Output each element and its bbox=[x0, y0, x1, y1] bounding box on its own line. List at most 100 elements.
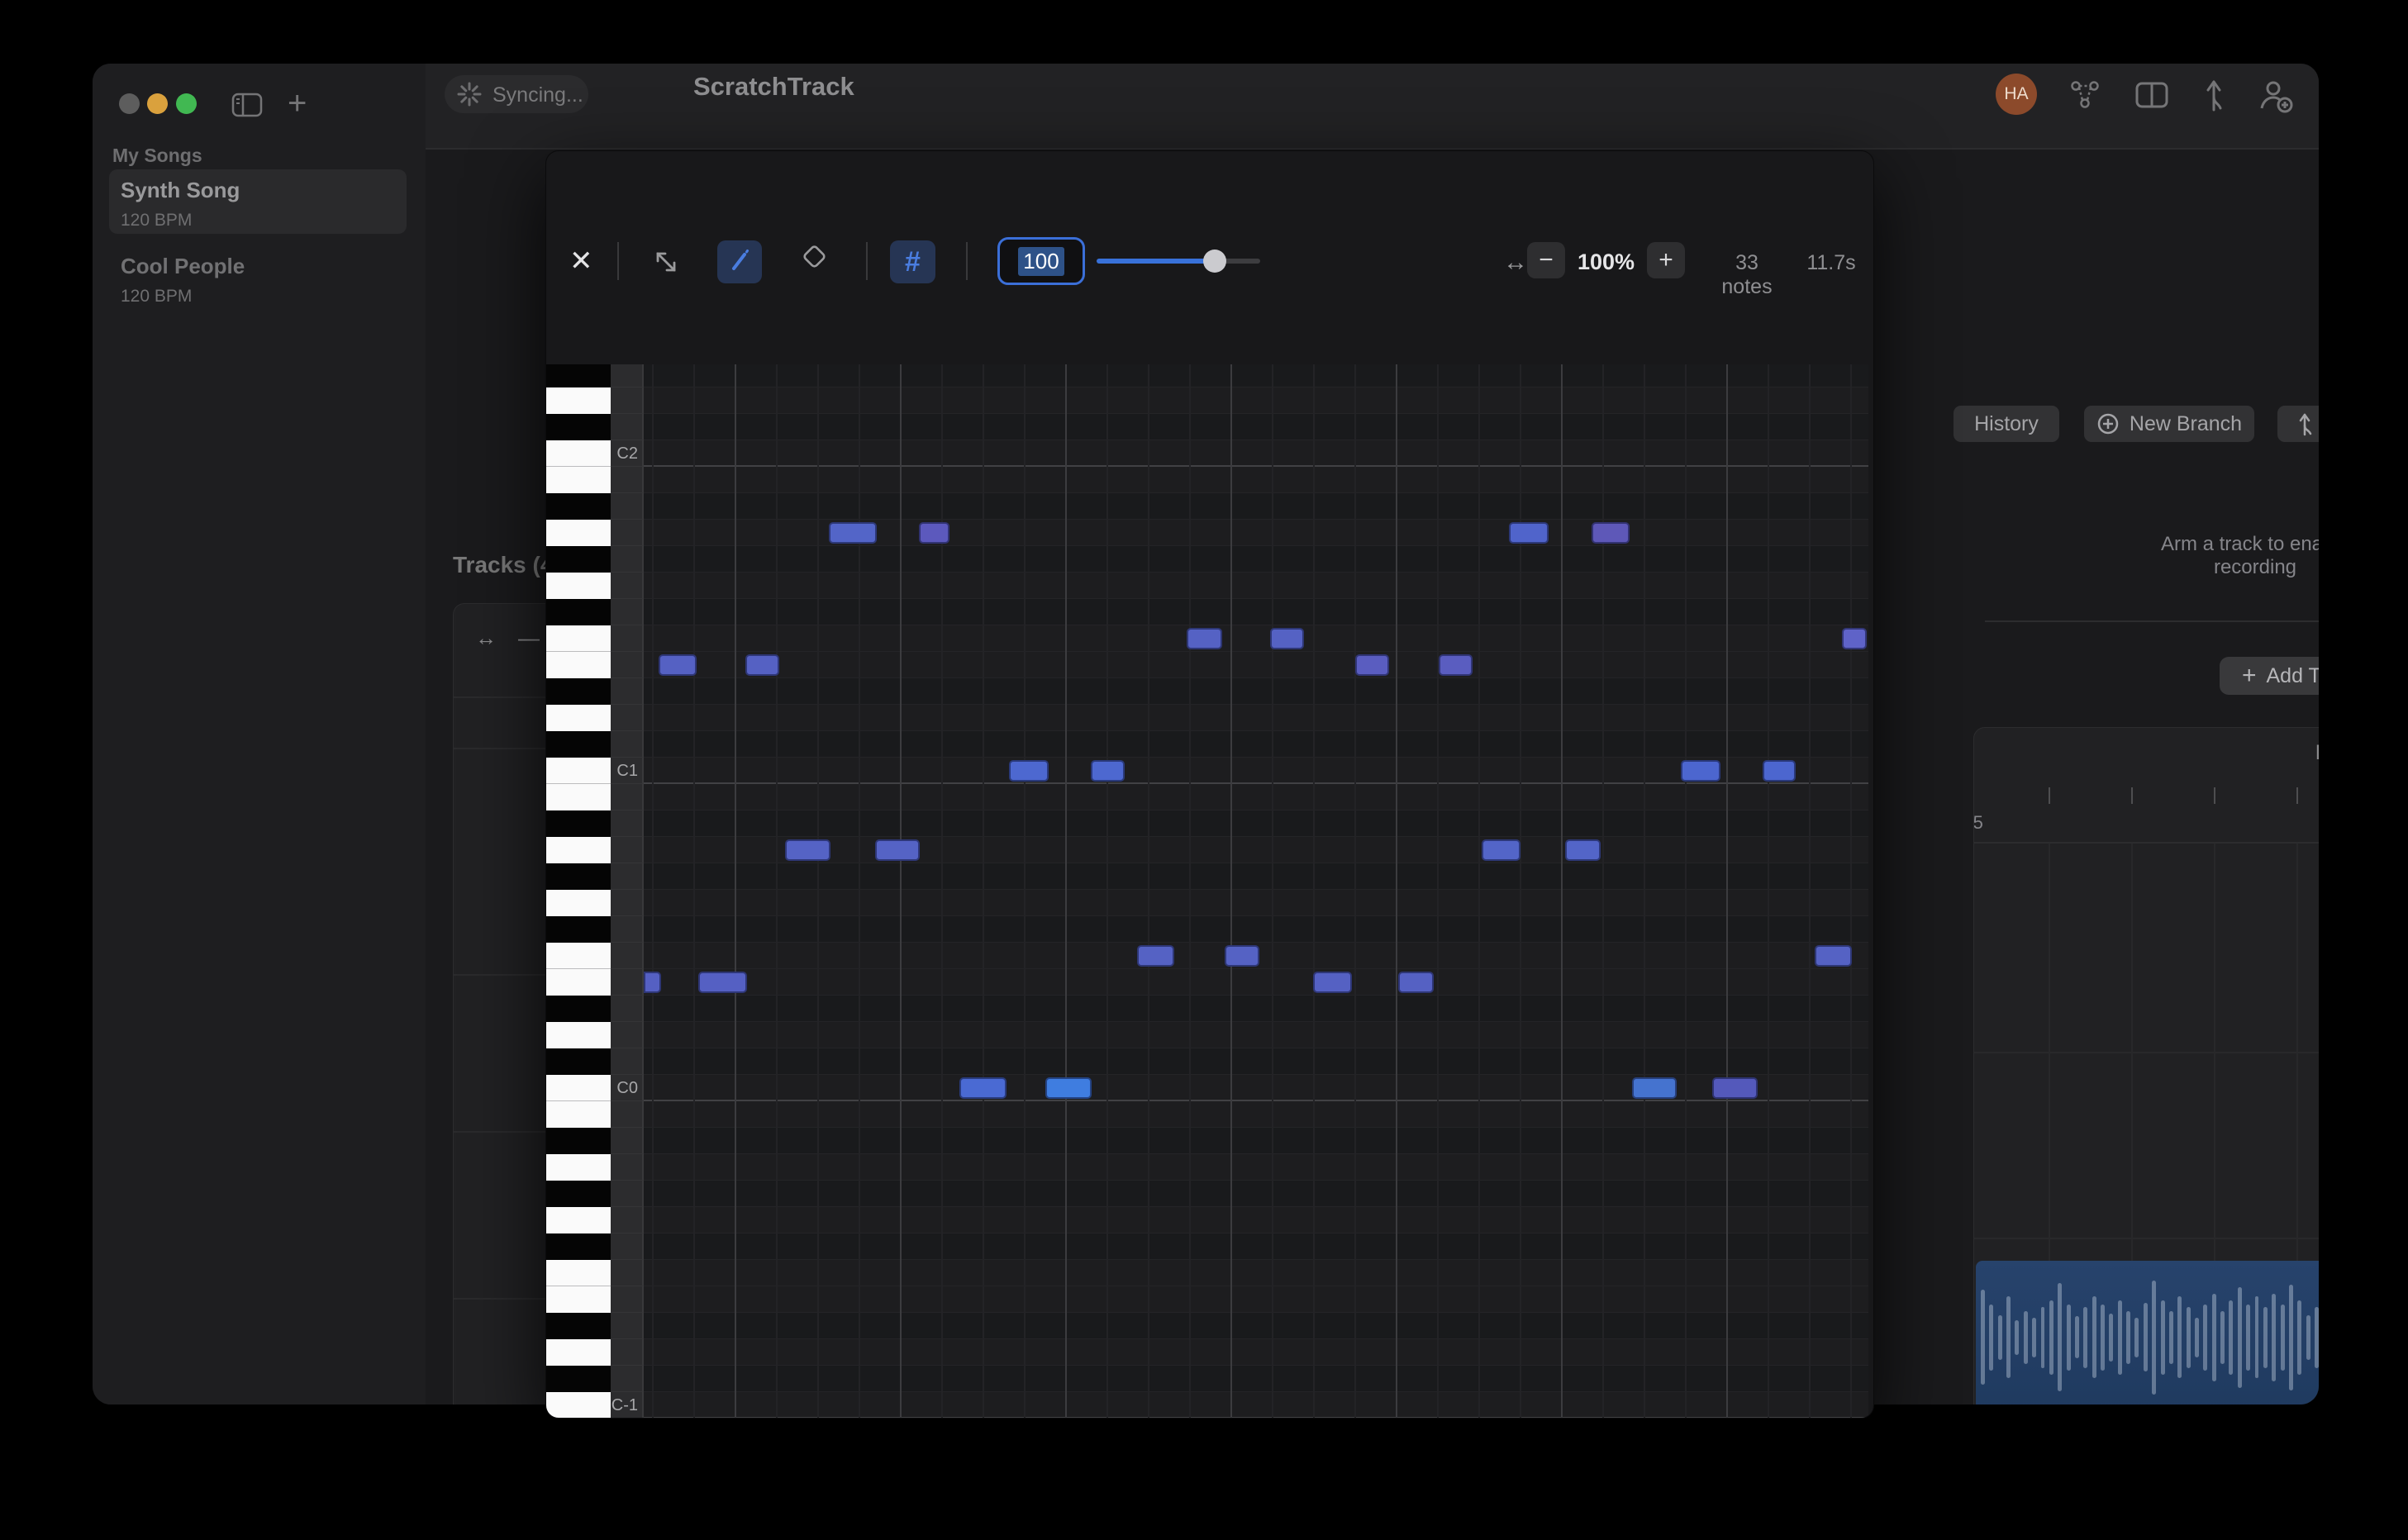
piano-key-white[interactable] bbox=[546, 784, 611, 810]
midi-note[interactable] bbox=[1681, 760, 1720, 782]
audio-region-clip[interactable] bbox=[1976, 1261, 2319, 1405]
piano-key-black[interactable] bbox=[546, 1181, 611, 1207]
midi-note[interactable] bbox=[1482, 839, 1520, 861]
song-list-item[interactable]: Synth Song120 BPM bbox=[109, 169, 407, 234]
piano-key-black[interactable] bbox=[546, 1233, 611, 1260]
piano-key-white[interactable] bbox=[546, 387, 611, 414]
midi-note[interactable] bbox=[698, 972, 747, 993]
traffic-close-button[interactable] bbox=[119, 93, 140, 114]
traffic-zoom-button[interactable] bbox=[176, 93, 197, 114]
resize-tool-icon[interactable] bbox=[650, 246, 682, 278]
midi-note[interactable] bbox=[1091, 760, 1125, 782]
piano-key-black[interactable] bbox=[546, 731, 611, 758]
velocity-input[interactable]: 100 bbox=[997, 237, 1085, 285]
midi-note[interactable] bbox=[1763, 760, 1796, 782]
piano-key-white[interactable] bbox=[546, 1022, 611, 1048]
piano-key-white[interactable] bbox=[546, 1101, 611, 1128]
midi-note[interactable] bbox=[745, 654, 779, 676]
piano-roll-grid[interactable]: C2C1C0C-1 bbox=[546, 364, 1873, 1418]
new-song-button[interactable]: + bbox=[288, 85, 307, 122]
midi-note[interactable] bbox=[1592, 522, 1630, 544]
midi-note[interactable] bbox=[1009, 760, 1049, 782]
piano-key-black[interactable] bbox=[546, 810, 611, 837]
piano-key-black[interactable] bbox=[546, 599, 611, 625]
midi-note[interactable] bbox=[1137, 945, 1174, 967]
midi-note[interactable] bbox=[1225, 945, 1259, 967]
midi-note[interactable] bbox=[875, 839, 920, 861]
piano-key-white[interactable] bbox=[546, 652, 611, 678]
piano-key-white[interactable] bbox=[546, 1339, 611, 1366]
piano-key-white[interactable] bbox=[546, 1207, 611, 1233]
piano-key-white[interactable] bbox=[546, 705, 611, 731]
merge-pointer-icon[interactable] bbox=[2201, 77, 2230, 113]
velocity-slider-track-filled[interactable] bbox=[1097, 259, 1214, 264]
midi-note[interactable] bbox=[1045, 1077, 1092, 1099]
piano-key-black[interactable] bbox=[546, 414, 611, 440]
midi-note[interactable] bbox=[829, 522, 877, 544]
zoom-out-button[interactable]: − bbox=[1527, 242, 1565, 278]
midi-note[interactable] bbox=[1509, 522, 1549, 544]
eraser-tool-icon[interactable] bbox=[797, 245, 830, 278]
midi-note[interactable] bbox=[785, 839, 830, 861]
add-person-icon[interactable] bbox=[2257, 78, 2295, 113]
midi-note[interactable] bbox=[1355, 654, 1389, 676]
midi-note[interactable] bbox=[1565, 839, 1601, 861]
piano-key-white[interactable] bbox=[546, 1075, 611, 1101]
piano-key-black[interactable] bbox=[546, 493, 611, 520]
piano-key-white[interactable] bbox=[546, 837, 611, 863]
new-branch-button[interactable]: New Branch bbox=[2084, 406, 2254, 442]
midi-note[interactable] bbox=[959, 1077, 1007, 1099]
piano-key-black[interactable] bbox=[546, 1128, 611, 1154]
avatar[interactable]: HA bbox=[1996, 74, 2037, 115]
piano-key-white[interactable] bbox=[546, 573, 611, 599]
piano-key-black[interactable] bbox=[546, 546, 611, 573]
midi-note[interactable] bbox=[659, 654, 697, 676]
midi-note[interactable] bbox=[1712, 1077, 1758, 1099]
piano-key-white[interactable] bbox=[546, 890, 611, 916]
zoom-in-button[interactable]: + bbox=[1647, 242, 1685, 278]
piano-key-white[interactable] bbox=[546, 467, 611, 493]
midi-note[interactable] bbox=[1313, 972, 1352, 993]
song-list-item[interactable]: Cool People120 BPM bbox=[109, 245, 407, 310]
waveform-bar bbox=[1998, 1315, 2002, 1360]
piano-key-black[interactable] bbox=[546, 996, 611, 1022]
piano-key-black[interactable] bbox=[546, 1048, 611, 1075]
sidebar-toggle-icon[interactable] bbox=[231, 93, 263, 117]
midi-note[interactable] bbox=[919, 522, 949, 544]
midi-note[interactable] bbox=[1439, 654, 1473, 676]
snap-grid-button[interactable]: # bbox=[890, 240, 935, 283]
piano-key-white[interactable] bbox=[546, 969, 611, 996]
pencil-tool-button[interactable] bbox=[717, 240, 762, 283]
piano-key-black[interactable] bbox=[546, 364, 611, 387]
history-button[interactable]: History bbox=[1954, 406, 2059, 442]
midi-note[interactable] bbox=[1632, 1077, 1677, 1099]
midi-note[interactable] bbox=[1270, 628, 1304, 649]
split-view-icon[interactable] bbox=[2134, 78, 2169, 112]
piano-key-white[interactable] bbox=[546, 625, 611, 652]
piano-key-black[interactable] bbox=[546, 916, 611, 943]
piano-key-black[interactable] bbox=[546, 863, 611, 890]
piano-key-white[interactable] bbox=[546, 1392, 611, 1418]
piano-key-white[interactable] bbox=[546, 440, 611, 467]
piano-key-white[interactable] bbox=[546, 943, 611, 969]
velocity-slider-thumb[interactable] bbox=[1203, 250, 1226, 273]
traffic-minimize-button[interactable] bbox=[147, 93, 168, 114]
close-button[interactable]: ✕ bbox=[569, 249, 593, 273]
piano-key-black[interactable] bbox=[546, 1313, 611, 1339]
add-track-button[interactable]: + Add Track bbox=[2220, 657, 2319, 695]
midi-note[interactable] bbox=[1815, 945, 1852, 967]
midi-note[interactable] bbox=[644, 972, 661, 993]
midi-note[interactable] bbox=[1187, 628, 1222, 649]
reset-zoom-button[interactable]: Reset bbox=[2315, 741, 2319, 765]
node-graph-icon[interactable] bbox=[2068, 78, 2101, 112]
piano-key-white[interactable] bbox=[546, 758, 611, 784]
piano-key-white[interactable] bbox=[546, 520, 611, 546]
midi-note[interactable] bbox=[1842, 628, 1867, 649]
piano-key-black[interactable] bbox=[546, 678, 611, 705]
piano-key-black[interactable] bbox=[546, 1366, 611, 1392]
piano-key-white[interactable] bbox=[546, 1154, 611, 1181]
piano-key-white[interactable] bbox=[546, 1260, 611, 1286]
midi-note[interactable] bbox=[1398, 972, 1434, 993]
merge-button[interactable]: Merge bbox=[2277, 406, 2319, 442]
piano-key-white[interactable] bbox=[546, 1286, 611, 1313]
